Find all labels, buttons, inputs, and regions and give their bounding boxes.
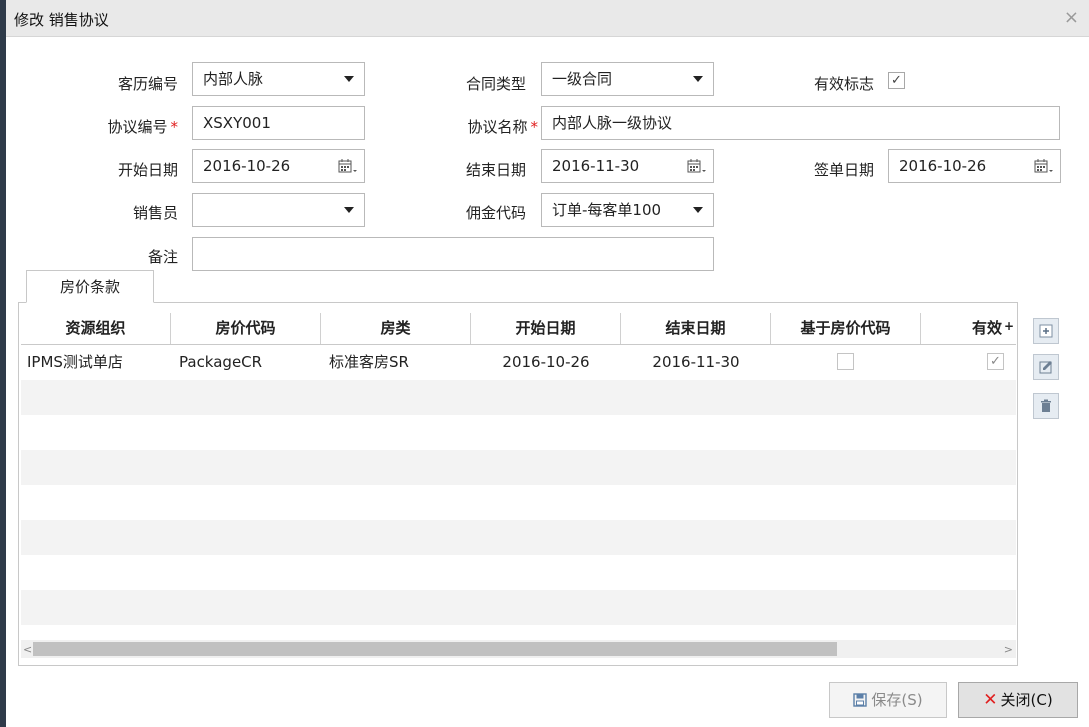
based-on-rate-checkbox[interactable] [837,353,854,370]
remark-input[interactable] [192,237,714,271]
customer-no-label: 客历编号 [117,75,178,93]
agreement-no-label: 协议编号 [107,118,168,136]
contract-type-select[interactable]: 一级合同 [541,62,714,96]
scroll-left-icon[interactable]: < [23,643,32,656]
start-date-picker[interactable]: 2016-10-26 [192,149,365,183]
agreement-no-input[interactable]: XSXY001 [192,106,365,140]
edit-icon [1039,361,1052,374]
agreement-no-label-wrap: 协议编号 * [68,116,178,137]
column-header[interactable]: 开始日期 [471,313,621,344]
calendar-icon[interactable] [687,158,707,174]
chevron-down-icon [693,76,703,82]
add-row-button[interactable] [1033,318,1059,344]
sign-date-picker[interactable]: 2016-10-26 [888,149,1061,183]
save-button[interactable]: 保存(S) [829,682,947,718]
contract-type-label: 合同类型 [465,75,526,93]
scrollbar-thumb[interactable] [33,642,837,656]
start-date-value: 2016-10-26 [203,157,291,175]
remark-label: 备注 [147,248,178,266]
sign-date-value: 2016-10-26 [899,157,987,175]
column-header[interactable]: 房类 [321,313,471,344]
sort-icon[interactable]: + [1004,313,1014,342]
window-title: 修改 销售协议 [14,11,109,29]
scroll-right-icon[interactable]: > [1004,643,1013,656]
agreement-name-value: 内部人脉一级协议 [552,114,673,132]
contract-type-value: 一级合同 [552,70,613,88]
table-row-empty [21,415,1016,450]
commission-label: 佣金代码 [465,204,526,222]
chevron-down-icon [344,76,354,82]
agreement-name-label-wrap: 协议名称 * [428,116,538,137]
cell-rate-code: PackageCR [179,353,263,371]
table-row-empty [21,380,1016,415]
table-row-empty [21,555,1016,590]
rate-terms-grid: 资源组织 房价代码 房类 开始日期 结束日期 基于房价代码 有效 + IPMS测… [21,313,1016,638]
edit-row-button[interactable] [1033,354,1059,380]
table-row-empty [21,450,1016,485]
table-row-empty [21,590,1016,625]
column-header-valid[interactable]: 有效 + [921,313,1016,344]
start-date-label: 开始日期 [117,161,178,179]
sales-select[interactable] [192,193,365,227]
valid-flag-checkbox[interactable]: ✓ [888,72,905,89]
commission-value: 订单-每客单100 [552,201,662,219]
cell-valid: ✓ [921,345,1016,380]
end-date-picker[interactable]: 2016-11-30 [541,149,714,183]
agreement-name-label: 协议名称 [467,118,528,136]
valid-checkbox[interactable]: ✓ [987,353,1004,370]
grid-header: 资源组织 房价代码 房类 开始日期 结束日期 基于房价代码 有效 + [21,313,1016,345]
required-mark: * [170,118,179,136]
window-titlebar: 修改 销售协议 × [6,0,1089,37]
agreement-name-input[interactable]: 内部人脉一级协议 [541,106,1060,140]
sales-label: 销售员 [132,204,178,222]
sign-date-label: 签单日期 [813,161,874,179]
agreement-no-value: XSXY001 [203,114,271,132]
cell-based-on-rate [771,345,921,380]
check-icon: ✓ [891,73,902,88]
column-header[interactable]: 房价代码 [171,313,321,344]
check-icon: ✓ [990,354,1001,369]
close-button[interactable]: ✕ 关闭(C) [958,682,1078,718]
trash-icon [1041,399,1051,412]
customer-no-select[interactable]: 内部人脉 [192,62,365,96]
close-x-icon: ✕ [983,690,998,710]
table-row[interactable]: IPMS测试单店 PackageCR 标准客房SR 2016-10-26 201… [21,345,1016,380]
window-left-edge [0,0,6,727]
close-icon[interactable]: × [1064,7,1079,28]
save-icon [853,693,868,707]
customer-no-value: 内部人脉 [203,70,264,88]
commission-select[interactable]: 订单-每客单100 [541,193,714,227]
close-button-label: 关闭(C) [1000,691,1053,709]
end-date-value: 2016-11-30 [552,157,640,175]
delete-row-button[interactable] [1033,393,1059,419]
column-header[interactable]: 结束日期 [621,313,771,344]
chevron-down-icon [693,207,703,213]
calendar-icon[interactable] [1034,158,1054,174]
chevron-down-icon [344,207,354,213]
column-header[interactable]: 基于房价代码 [771,313,921,344]
table-row-empty [21,520,1016,555]
cell-end: 2016-11-30 [652,353,740,371]
table-row-empty [21,485,1016,520]
save-button-label: 保存(S) [871,691,923,709]
end-date-label: 结束日期 [465,161,526,179]
tab-rate-terms[interactable]: 房价条款 [26,270,154,303]
cell-org: IPMS测试单店 [27,353,123,371]
cell-room-type: 标准客房SR [329,353,409,371]
horizontal-scrollbar[interactable]: < > [21,640,1016,658]
valid-flag-label: 有效标志 [813,75,874,93]
column-header[interactable]: 资源组织 [21,313,171,344]
required-mark: * [530,118,539,136]
plus-square-icon [1039,324,1053,338]
cell-start: 2016-10-26 [502,353,590,371]
calendar-icon[interactable] [338,158,358,174]
column-header: 有效 [971,319,1002,337]
